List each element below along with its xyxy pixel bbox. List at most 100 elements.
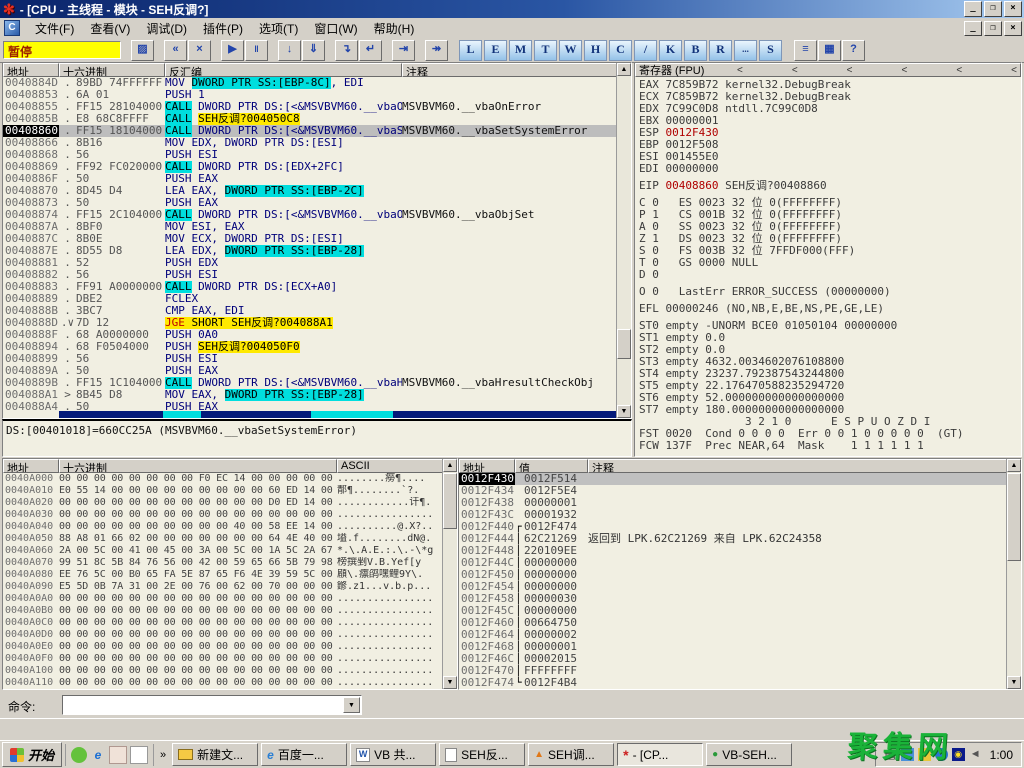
scroll-thumb[interactable] <box>617 329 631 359</box>
letter-button-xxx[interactable]: ... <box>734 40 757 61</box>
letter-button-W[interactable]: W <box>559 40 582 61</box>
menu-item[interactable]: 文件(F) <box>27 18 82 39</box>
dump-row[interactable]: 0040A02000 00 00 00 00 00 00 00 00 00 00… <box>3 497 443 509</box>
broadcast-tray-icon[interactable]: ◉ <box>952 748 965 761</box>
stack-row[interactable]: 0012F454│00000000 <box>459 581 1007 593</box>
scroll-up-icon[interactable]: ▲ <box>443 459 457 472</box>
registers-scroll-arrow[interactable]: < <box>737 65 743 76</box>
disasm-row[interactable]: 0040889B.FF15 1C104000CALL DWORD PTR DS:… <box>3 377 617 389</box>
dump-col-address[interactable]: 地址 <box>3 459 59 473</box>
register-line[interactable]: EFL 00000246 (NO,NB,E,BE,NS,PE,GE,LE) <box>635 303 1021 315</box>
stack-row[interactable]: 0012F44C│00000000 <box>459 557 1007 569</box>
letter-button-K[interactable]: K <box>659 40 682 61</box>
letter-button-T[interactable]: T <box>534 40 557 61</box>
register-line[interactable]: FCW 137F Prec NEAR,64 Mask 1 1 1 1 1 1 <box>635 440 1021 452</box>
step-into-icon[interactable]: ↓ <box>278 40 301 61</box>
dump-row[interactable]: 0040A0D000 00 00 00 00 00 00 00 00 00 00… <box>3 629 443 641</box>
child-minimize-button[interactable]: _ <box>964 21 982 36</box>
col-hex[interactable]: 十六进制 <box>59 63 165 77</box>
scroll-down-icon[interactable]: ▼ <box>1007 676 1021 689</box>
messenger-quicklaunch-icon[interactable] <box>71 747 87 763</box>
dump-row[interactable]: 0040A0A000 00 00 00 00 00 00 00 00 00 00… <box>3 593 443 605</box>
stack-col-value[interactable]: 值 <box>515 459 588 473</box>
dump-row[interactable]: 0040A03000 00 00 00 00 00 00 00 00 00 00… <box>3 509 443 521</box>
dump-scrollbar[interactable]: ▲ ▼ <box>442 459 457 689</box>
restart-icon[interactable]: « <box>164 40 187 61</box>
letter-button-B[interactable]: B <box>684 40 707 61</box>
disasm-row[interactable]: 00408874.FF15 2C104000CALL DWORD PTR DS:… <box>3 209 617 221</box>
command-input[interactable]: ▼ <box>62 695 362 715</box>
menu-item[interactable]: 窗口(W) <box>306 18 365 39</box>
dump-row[interactable]: 0040A04000 00 00 00 00 00 00 00 00 00 40… <box>3 521 443 533</box>
chevron-icon[interactable]: » <box>157 749 169 761</box>
dump-row[interactable]: 0040A0B000 00 00 00 00 00 00 00 00 00 00… <box>3 605 443 617</box>
step-over-icon[interactable]: ⇓ <box>302 40 325 61</box>
disasm-row[interactable]: 00408899.56PUSH ESI <box>3 353 617 365</box>
taskbar-task[interactable]: 新建文... <box>172 743 258 766</box>
menu-item[interactable]: 插件(P) <box>195 18 251 39</box>
disasm-row[interactable]: 0040887C.8B0EMOV ECX, DWORD PTR DS:[ESI] <box>3 233 617 245</box>
dump-row[interactable]: 0040A010E0 55 14 00 00 00 00 00 00 00 00… <box>3 485 443 497</box>
registers-scroll-arrow[interactable]: < <box>847 65 853 76</box>
disassembly-row-partial[interactable] <box>59 411 617 418</box>
disasm-row[interactable]: 0040889A.50PUSH EAX <box>3 365 617 377</box>
disasm-row[interactable]: 0040888D.∨7D 12JGE SHORT SEH反调?004088A1 <box>3 317 617 329</box>
taskbar-task[interactable]: e百度一... <box>261 743 347 766</box>
dump-row[interactable]: 0040A05088 A8 01 66 02 00 00 00 00 00 00… <box>3 533 443 545</box>
scroll-up-icon[interactable]: ▲ <box>617 63 631 76</box>
disasm-row[interactable]: 0040887A.8BF0MOV ESI, EAX <box>3 221 617 233</box>
dump-row[interactable]: 0040A10000 00 00 00 00 00 00 00 00 00 00… <box>3 665 443 677</box>
stack-row[interactable]: 0012F458│00000030 <box>459 593 1007 605</box>
disasm-row[interactable]: 00408866.8B16MOV EDX, DWORD PTR DS:[ESI] <box>3 137 617 149</box>
stack-row[interactable]: 0012F444│62C21269返回到 LPK.62C21269 来自 LPK… <box>459 533 1007 545</box>
stack-row[interactable]: 0012F448│220109EE <box>459 545 1007 557</box>
stack-col-comment[interactable]: 注释 <box>588 459 1007 473</box>
animate-over-icon[interactable]: ↵ <box>359 40 382 61</box>
disasm-row[interactable]: 00408855.FF15 28104000CALL DWORD PTR DS:… <box>3 101 617 113</box>
volume-tray-icon[interactable]: ◄ <box>969 748 982 761</box>
stack-row[interactable]: 0012F46C│00002015 <box>459 653 1007 665</box>
appearance-icon[interactable]: ▦ <box>818 40 841 61</box>
disasm-row[interactable]: 0040888F.68 A0000000PUSH 0A0 <box>3 329 617 341</box>
letter-button-R[interactable]: R <box>709 40 732 61</box>
stack-row[interactable]: 0012F4300012F514 <box>459 473 1007 485</box>
register-line[interactable]: EDI 00000000 <box>635 163 1021 175</box>
scroll-thumb[interactable] <box>443 473 457 529</box>
taskbar-task[interactable]: SEH反... <box>439 743 525 766</box>
scroll-up-icon[interactable]: ▲ <box>1007 459 1021 472</box>
taskbar-task[interactable]: WVB 共... <box>350 743 436 766</box>
stack-col-address[interactable]: 地址 <box>459 459 515 473</box>
disasm-row[interactable]: 0040884D.89BD 74FFFFFFMOV DWORD PTR SS:[… <box>3 77 617 89</box>
stack-row[interactable]: 0012F450│00000000 <box>459 569 1007 581</box>
disasm-row[interactable]: 00408868.56PUSH ESI <box>3 149 617 161</box>
run-icon[interactable]: ▶ <box>221 40 244 61</box>
disasm-row[interactable]: 004088A1>8B45 D8MOV EAX, DWORD PTR SS:[E… <box>3 389 617 401</box>
scroll-down-icon[interactable]: ▼ <box>443 676 457 689</box>
col-comment[interactable]: 注释 <box>402 63 617 77</box>
dump-col-ascii[interactable]: ASCII <box>337 459 443 473</box>
disasm-row[interactable]: 00408882.56PUSH ESI <box>3 269 617 281</box>
register-line[interactable]: O 0 LastErr ERROR_SUCCESS (00000000) <box>635 286 1021 298</box>
mdi-child-icon[interactable]: C <box>4 20 20 36</box>
image-quicklaunch-icon[interactable] <box>109 746 127 764</box>
dump-row[interactable]: 0040A0C000 00 00 00 00 00 00 00 00 00 00… <box>3 617 443 629</box>
stack-row[interactable]: 0012F468│00000001 <box>459 641 1007 653</box>
disasm-row[interactable]: 00408869.FF92 FC020000CALL DWORD PTR DS:… <box>3 161 617 173</box>
exec-till-return-icon[interactable]: ⇥ <box>392 40 415 61</box>
letter-button-H[interactable]: H <box>584 40 607 61</box>
disasm-row[interactable]: 00408883.FF91 A0000000CALL DWORD PTR DS:… <box>3 281 617 293</box>
scroll-down-icon[interactable]: ▼ <box>617 405 631 418</box>
register-line[interactable]: EIP 00408860 SEH反调?00408860 <box>635 180 1021 192</box>
child-restore-button[interactable]: ❐ <box>984 21 1002 36</box>
stack-scrollbar[interactable]: ▲ ▼ <box>1006 459 1021 689</box>
stack-row[interactable]: 0012F45C│00000000 <box>459 605 1007 617</box>
dump-row[interactable]: 0040A07099 51 8C 5B 84 76 56 00 42 00 59… <box>3 557 443 569</box>
registers-scroll-arrow[interactable]: < <box>956 65 962 76</box>
restore-button[interactable]: ❐ <box>984 1 1002 17</box>
animate-into-icon[interactable]: ↴ <box>335 40 358 61</box>
register-line[interactable]: T 0 GS 0000 NULL <box>635 257 1021 269</box>
menu-item[interactable]: 选项(T) <box>251 18 306 39</box>
letter-button-x[interactable]: / <box>634 40 657 61</box>
open-file-icon[interactable]: ▨ <box>131 40 154 61</box>
scroll-thumb[interactable] <box>1007 473 1021 561</box>
